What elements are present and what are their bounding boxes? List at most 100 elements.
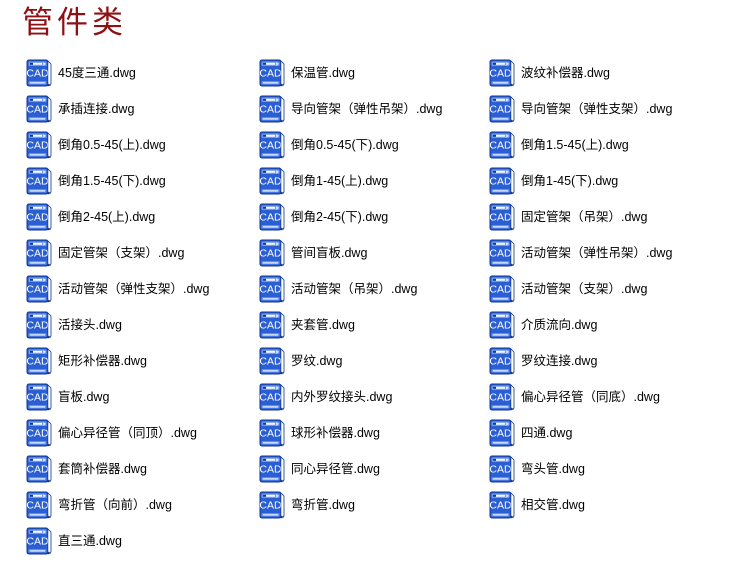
file-name-label: 活动管架（弹性吊架）.dwg	[521, 246, 673, 260]
file-item[interactable]: CAD 罗纹连接.dwg	[460, 343, 750, 379]
svg-text:CAD: CAD	[26, 68, 49, 80]
cad-file-icon: CAD	[259, 455, 285, 483]
file-item[interactable]: CAD 矩形补偿器.dwg	[0, 343, 230, 379]
file-item[interactable]: CAD 倒角2-45(下).dwg	[230, 199, 460, 235]
file-item[interactable]: CAD 活动管架（吊架）.dwg	[230, 271, 460, 307]
file-item[interactable]: CAD 保温管.dwg	[230, 55, 460, 91]
file-item[interactable]: CAD 相交管.dwg	[460, 487, 750, 523]
file-name-label: 活动管架（吊架）.dwg	[291, 282, 418, 296]
file-name-label: 套筒补偿器.dwg	[58, 462, 147, 476]
file-item[interactable]: CAD 活动管架（弹性支架）.dwg	[0, 271, 230, 307]
svg-text:CAD: CAD	[489, 212, 512, 224]
cad-file-icon: CAD	[489, 203, 515, 231]
file-item[interactable]: CAD 固定管架（支架）.dwg	[0, 235, 230, 271]
file-item[interactable]: CAD 倒角1-45(下).dwg	[460, 163, 750, 199]
file-row: CAD直三通.dwgCADCAD	[0, 523, 750, 559]
file-item[interactable]: CAD 倒角1-45(上).dwg	[230, 163, 460, 199]
svg-text:CAD: CAD	[259, 392, 282, 404]
file-item[interactable]: CAD 四通.dwg	[460, 415, 750, 451]
file-name-label: 倒角1-45(下).dwg	[521, 174, 619, 188]
svg-text:CAD: CAD	[259, 356, 282, 368]
cad-file-icon: CAD	[26, 203, 52, 231]
file-item[interactable]: CAD 倒角0.5-45(上).dwg	[0, 127, 230, 163]
file-item[interactable]: CAD 夹套管.dwg	[230, 307, 460, 343]
file-item[interactable]: CAD 罗纹.dwg	[230, 343, 460, 379]
svg-text:CAD: CAD	[489, 392, 512, 404]
cad-file-icon: CAD	[26, 239, 52, 267]
file-name-label: 介质流向.dwg	[521, 318, 598, 332]
file-item[interactable]: CAD 内外罗纹接头.dwg	[230, 379, 460, 415]
svg-text:CAD: CAD	[489, 464, 512, 476]
file-item[interactable]: CAD 管间盲板.dwg	[230, 235, 460, 271]
svg-text:CAD: CAD	[489, 248, 512, 260]
file-name-label: 固定管架（吊架）.dwg	[521, 210, 648, 224]
file-item[interactable]: CAD 套筒补偿器.dwg	[0, 451, 230, 487]
cad-file-icon: CAD	[489, 131, 515, 159]
cad-file-icon: CAD	[259, 167, 285, 195]
file-name-label: 倒角1-45(上).dwg	[291, 174, 389, 188]
file-item[interactable]: CAD 倒角1.5-45(上).dwg	[460, 127, 750, 163]
file-row: CAD 倒角1.5-45(下).dwg CAD 倒角1-45(上).dwg CAD 倒角1…	[0, 163, 750, 199]
cad-file-icon: CAD	[26, 455, 52, 483]
file-name-label: 管间盲板.dwg	[291, 246, 368, 260]
cad-file-icon: CAD	[26, 59, 52, 87]
file-row: CAD 活动管架（弹性支架）.dwg CAD 活动管架（吊架）.dwg CAD 活动管架（…	[0, 271, 750, 307]
svg-text:CAD: CAD	[489, 428, 512, 440]
file-item[interactable]: CAD 导向管架（弹性支架）.dwg	[460, 91, 750, 127]
file-item[interactable]: CAD 直三通.dwg	[0, 523, 230, 559]
file-item[interactable]: CAD 盲板.dwg	[0, 379, 230, 415]
file-name-label: 直三通.dwg	[58, 534, 122, 548]
file-name-label: 活动管架（支架）.dwg	[521, 282, 648, 296]
file-item[interactable]: CAD 倒角2-45(上).dwg	[0, 199, 230, 235]
cad-file-icon: CAD	[489, 275, 515, 303]
file-item[interactable]: CAD 倒角0.5-45(下).dwg	[230, 127, 460, 163]
file-item[interactable]: CAD 弯折管.dwg	[230, 487, 460, 523]
cad-file-icon: CAD	[26, 131, 52, 159]
file-item[interactable]: CAD 导向管架（弹性吊架）.dwg	[230, 91, 460, 127]
cad-file-icon: CAD	[26, 95, 52, 123]
file-row: CAD 倒角0.5-45(上).dwg CAD 倒角0.5-45(下).dwg CAD 倒…	[0, 127, 750, 163]
cad-file-icon: CAD	[26, 347, 52, 375]
file-list-grid: CAD 45度三通.dwg CAD 保温管.dwg CAD 波纹补偿器.dwg CAD 承插连…	[0, 55, 750, 559]
cad-file-icon: CAD	[26, 275, 52, 303]
file-item[interactable]: CAD 弯折管（向前）.dwg	[0, 487, 230, 523]
file-item[interactable]: CAD 介质流向.dwg	[460, 307, 750, 343]
file-name-label: 弯折管.dwg	[291, 498, 355, 512]
file-item[interactable]: CAD 偏心异径管（同顶）.dwg	[0, 415, 230, 451]
svg-text:CAD: CAD	[26, 248, 49, 260]
svg-text:CAD: CAD	[26, 464, 49, 476]
file-name-label: 承插连接.dwg	[58, 102, 135, 116]
file-item[interactable]: CAD 固定管架（吊架）.dwg	[460, 199, 750, 235]
svg-text:CAD: CAD	[259, 176, 282, 188]
file-name-label: 夹套管.dwg	[291, 318, 355, 332]
file-item[interactable]: CAD 弯头管.dwg	[460, 451, 750, 487]
cad-file-icon: CAD	[489, 167, 515, 195]
file-item[interactable]: CAD 同心异径管.dwg	[230, 451, 460, 487]
svg-text:CAD: CAD	[26, 536, 49, 548]
file-name-label: 矩形补偿器.dwg	[58, 354, 147, 368]
file-row: CAD 弯折管（向前）.dwg CAD 弯折管.dwg CAD 相交管.dwg	[0, 487, 750, 523]
cad-file-icon: CAD	[26, 491, 52, 519]
file-name-label: 相交管.dwg	[521, 498, 585, 512]
file-row: CAD 盲板.dwg CAD 内外罗纹接头.dwg CAD 偏心异径管（同底）.dwg	[0, 379, 750, 415]
file-item[interactable]: CAD 偏心异径管（同底）.dwg	[460, 379, 750, 415]
file-row: CAD 偏心异径管（同顶）.dwg CAD 球形补偿器.dwg CAD 四通.dwg	[0, 415, 750, 451]
cad-file-icon: CAD	[489, 455, 515, 483]
cad-file-icon: CAD	[489, 383, 515, 411]
file-name-label: 倒角0.5-45(上).dwg	[58, 138, 166, 152]
file-name-label: 罗纹.dwg	[291, 354, 343, 368]
file-item[interactable]: CAD 倒角1.5-45(下).dwg	[0, 163, 230, 199]
file-item[interactable]: CAD 活动管架（支架）.dwg	[460, 271, 750, 307]
cad-file-icon: CAD	[489, 311, 515, 339]
file-name-label: 内外罗纹接头.dwg	[291, 390, 393, 404]
svg-text:CAD: CAD	[26, 500, 49, 512]
file-item[interactable]: CAD 45度三通.dwg	[0, 55, 230, 91]
file-item[interactable]: CAD 球形补偿器.dwg	[230, 415, 460, 451]
file-item[interactable]: CAD 承插连接.dwg	[0, 91, 230, 127]
cad-file-icon: CAD	[26, 311, 52, 339]
file-item[interactable]: CAD 活接头.dwg	[0, 307, 230, 343]
file-name-label: 45度三通.dwg	[58, 66, 136, 80]
file-item[interactable]: CAD 波纹补偿器.dwg	[460, 55, 750, 91]
svg-text:CAD: CAD	[259, 140, 282, 152]
file-item[interactable]: CAD 活动管架（弹性吊架）.dwg	[460, 235, 750, 271]
